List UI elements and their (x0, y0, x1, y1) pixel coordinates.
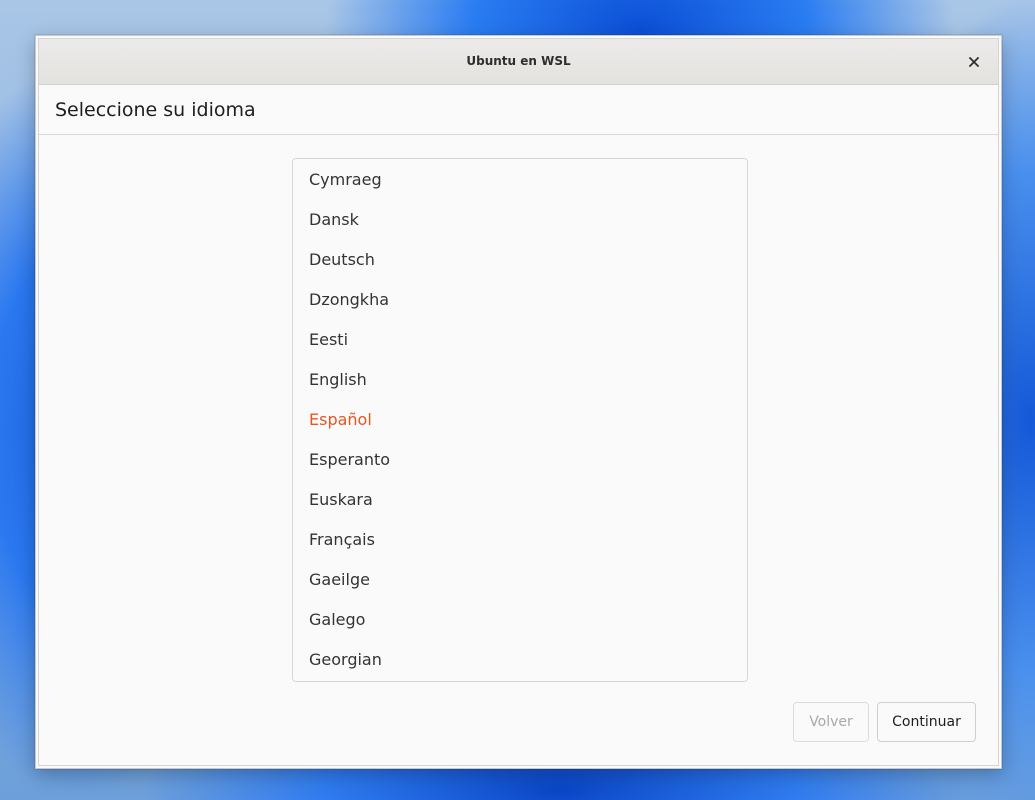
list-item[interactable]: Georgian (293, 640, 747, 680)
continue-button[interactable]: Continuar (877, 702, 976, 742)
list-item[interactable]: Français (293, 520, 747, 560)
list-item[interactable]: Euskara (293, 480, 747, 520)
list-item[interactable]: Cymraeg (293, 160, 747, 200)
window-title: Ubuntu en WSL (466, 54, 571, 68)
page-title: Seleccione su idioma (55, 99, 256, 121)
list-item[interactable]: Esperanto (293, 440, 747, 480)
list-item[interactable]: Dansk (293, 200, 747, 240)
page-header: Seleccione su idioma (39, 86, 998, 135)
list-item[interactable]: Gaeilge (293, 560, 747, 600)
list-item-selected[interactable]: Español (293, 400, 747, 440)
list-item[interactable]: Eesti (293, 320, 747, 360)
close-icon (969, 57, 979, 67)
window-frame: Ubuntu en WSL Seleccione su idioma Cymra… (38, 38, 999, 766)
close-button[interactable] (964, 52, 984, 72)
language-list[interactable]: Cymraeg Dansk Deutsch Dzongkha Eesti Eng… (292, 158, 748, 682)
list-item[interactable]: Dzongkha (293, 280, 747, 320)
back-button[interactable]: Volver (793, 702, 869, 742)
list-item[interactable]: Deutsch (293, 240, 747, 280)
list-item[interactable]: English (293, 360, 747, 400)
app-window: Ubuntu en WSL Seleccione su idioma Cymra… (35, 35, 1002, 769)
list-item[interactable]: Galego (293, 600, 747, 640)
title-bar[interactable]: Ubuntu en WSL (39, 39, 998, 85)
